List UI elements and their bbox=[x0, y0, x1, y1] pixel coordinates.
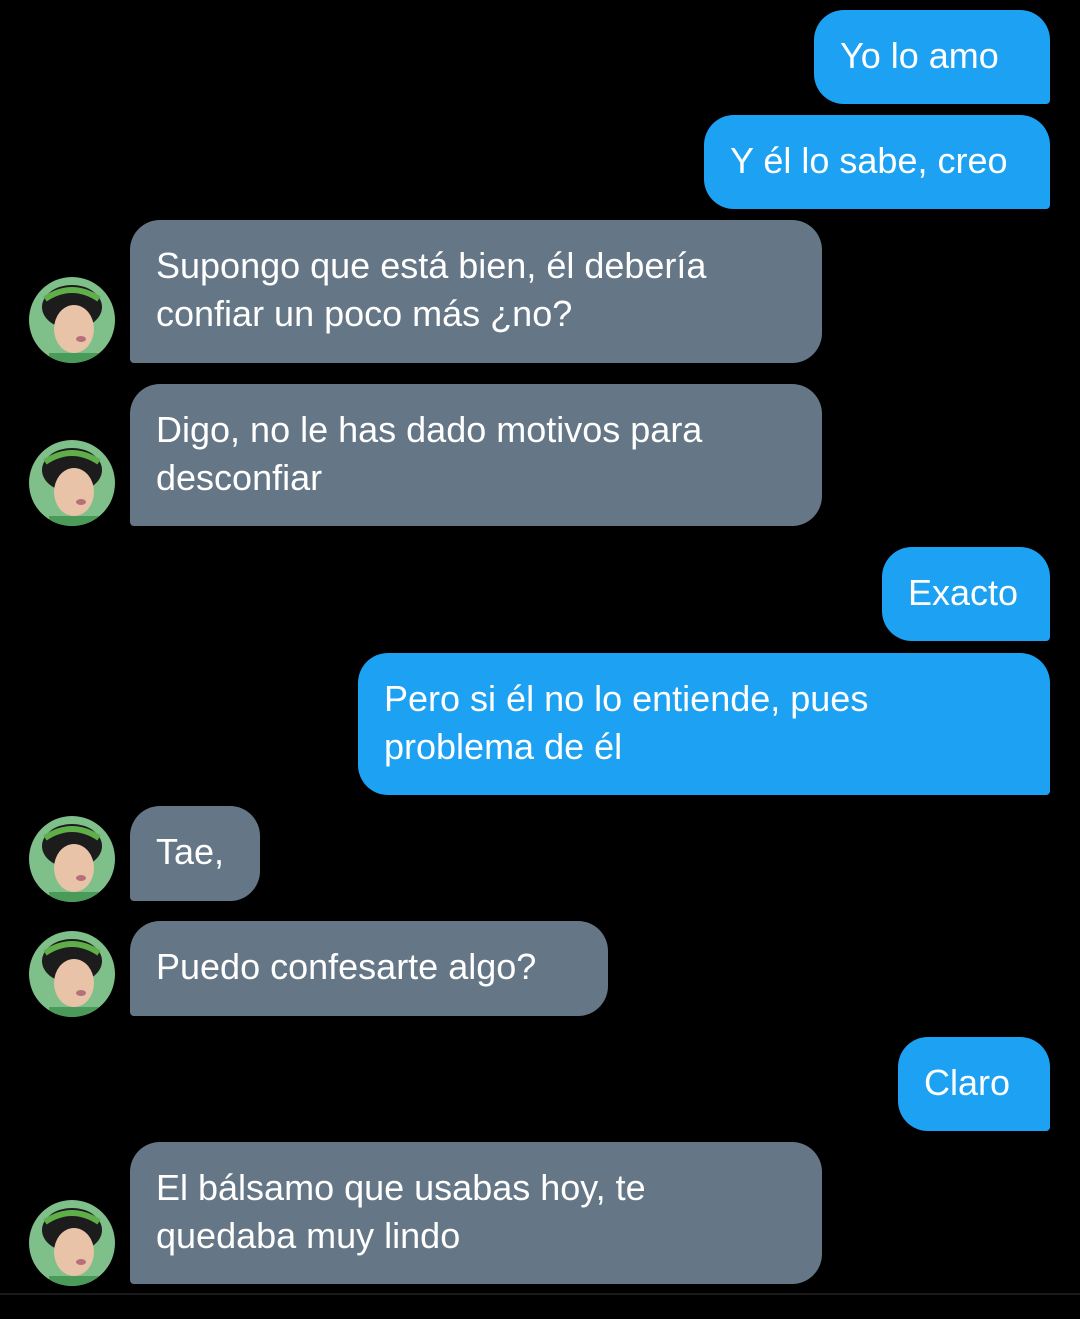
message-bubble-received[interactable]: Digo, no le has dado motivos para descon… bbox=[130, 384, 822, 526]
message-bubble-sent[interactable]: Exacto bbox=[882, 547, 1050, 641]
message-bubble-sent[interactable]: Pero si él no lo entiende, pues problema… bbox=[358, 653, 1050, 795]
contact-avatar[interactable] bbox=[29, 440, 115, 526]
message-bubble-sent[interactable]: Y él lo sabe, creo bbox=[704, 115, 1050, 209]
message-bubble-received[interactable]: Puedo confesarte algo? bbox=[130, 921, 608, 1016]
avatar-photo-icon bbox=[29, 1200, 115, 1286]
avatar-photo-icon bbox=[29, 816, 115, 902]
avatar-photo-icon bbox=[29, 440, 115, 526]
message-bubble-received[interactable]: El bálsamo que usabas hoy, te quedaba mu… bbox=[130, 1142, 822, 1284]
avatar-photo-icon bbox=[29, 931, 115, 1017]
message-bubble-received[interactable]: Supongo que está bien, él debería confia… bbox=[130, 220, 822, 363]
message-bubble-received[interactable]: Tae, bbox=[130, 806, 260, 901]
contact-avatar[interactable] bbox=[29, 277, 115, 363]
message-bubble-sent[interactable]: Yo lo amo bbox=[814, 10, 1050, 104]
contact-avatar[interactable] bbox=[29, 1200, 115, 1286]
contact-avatar[interactable] bbox=[29, 816, 115, 902]
contact-avatar[interactable] bbox=[29, 931, 115, 1017]
message-bubble-sent[interactable]: Claro bbox=[898, 1037, 1050, 1131]
divider bbox=[0, 1293, 1080, 1295]
avatar-photo-icon bbox=[29, 277, 115, 363]
